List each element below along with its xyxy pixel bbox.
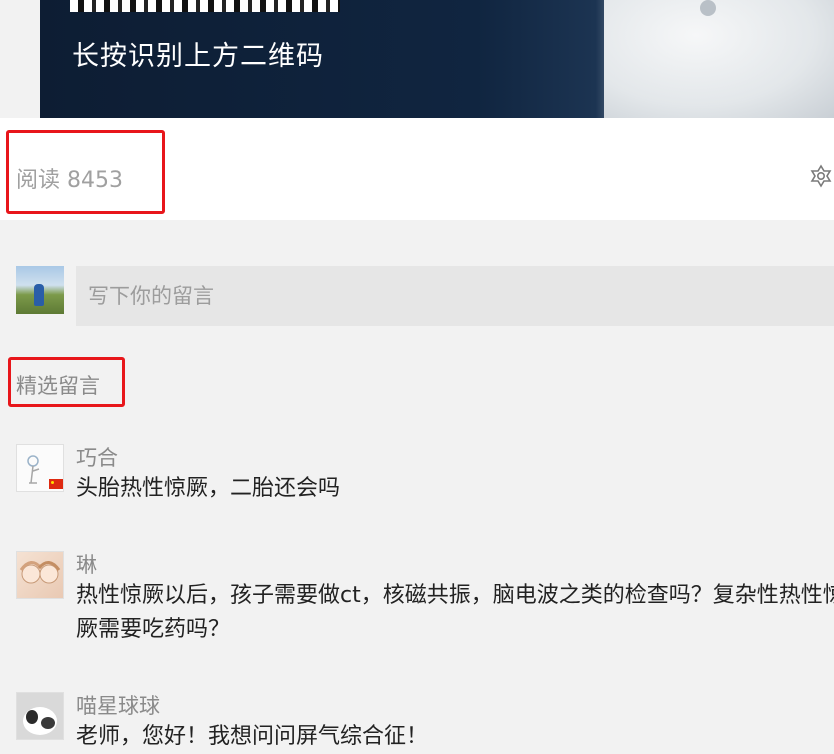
comment-text: 老师，您好！我想问问屏气综合征！ [76,724,429,749]
coat-button [700,0,716,16]
two-girls-avatar-icon [19,561,61,584]
commenter-avatar[interactable] [16,692,64,740]
highlight-box-read-count [6,130,165,214]
flower-like-icon[interactable] [808,163,834,189]
avatar-person-figure [34,284,44,306]
commenter-avatar[interactable] [16,551,64,599]
banner-caption: 长按识别上方二维码 [72,41,324,72]
qr-code-fragment[interactable] [70,0,340,12]
commenter-name: 琳 [76,553,97,577]
comment-text: 头胎热性惊厥，二胎还会吗 [76,476,341,501]
article-banner-image: 长按识别上方二维码 [40,0,834,118]
commenter-name: 巧合 [76,446,118,470]
write-comment-input[interactable] [76,266,834,326]
highlight-box-featured [8,357,125,407]
commenter-avatar[interactable] [16,444,64,492]
comment-text: 热性惊厥以后，孩子需要做ct，核磁共振，脑电波之类的检查吗？复杂性热性惊厥需要吃… [76,583,834,642]
my-avatar [16,266,64,314]
commenter-name: 喵星球球 [76,694,160,718]
china-flag-icon [49,479,63,489]
cat-avatar-icon [23,707,57,735]
doctor-coat-photo [604,0,834,118]
